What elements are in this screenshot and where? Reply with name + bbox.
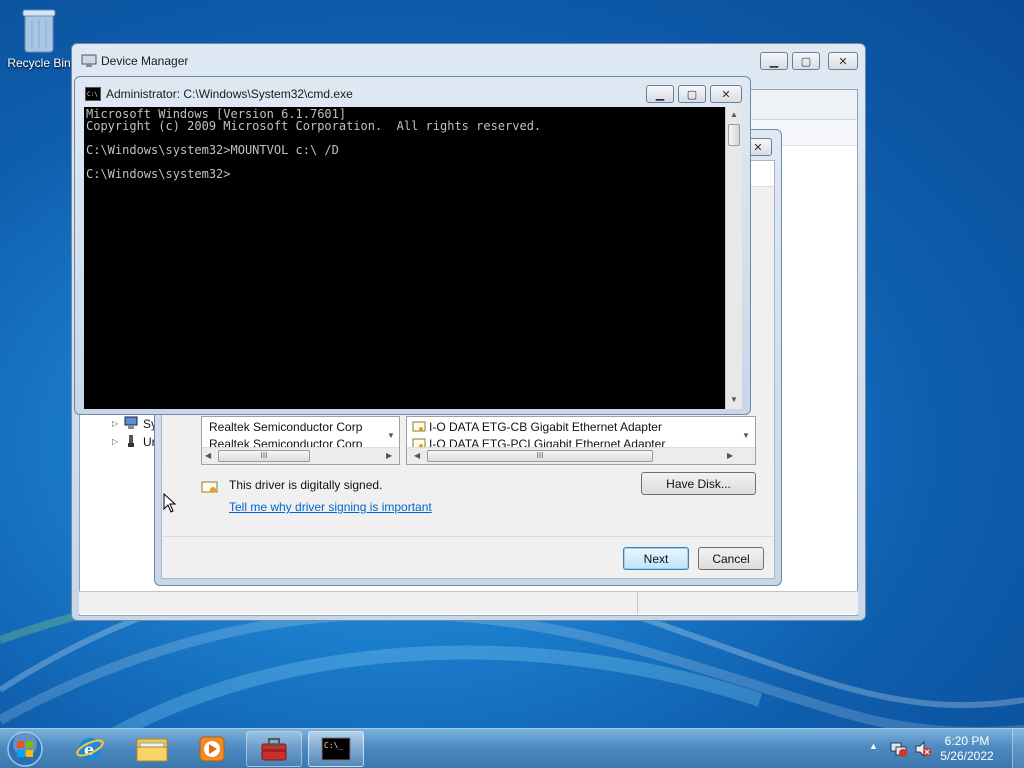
taskbar: e C:\_ ▲ 6:20 PM 5/26/2022 (0, 728, 1024, 768)
maximize-icon: ▢ (800, 55, 812, 68)
console-output[interactable]: Microsoft Windows [Version 6.1.7601] Cop… (84, 107, 725, 409)
scroll-down-arrow[interactable]: ▼ (730, 395, 738, 404)
model-hscroll[interactable]: ◀ III ▶ (407, 447, 755, 464)
cmd-minimize-button[interactable]: ▁ (646, 85, 674, 103)
manufacturer-list[interactable]: Realtek Semiconductor Corp Realtek Semic… (201, 416, 400, 465)
network-icon[interactable] (890, 740, 908, 758)
scroll-up-arrow[interactable]: ▲ (730, 110, 738, 119)
separator (162, 536, 774, 537)
usb-icon (128, 435, 134, 447)
system-clock[interactable]: 6:20 PM 5/26/2022 (928, 734, 1006, 764)
maximize-button[interactable]: ▢ (792, 52, 820, 70)
signed-text: This driver is digitally signed. (229, 478, 383, 492)
recycle-bin-label: Recycle Bin (7, 56, 71, 70)
cmd-icon: C:\ (85, 87, 101, 101)
start-button[interactable] (6, 730, 46, 768)
scroll-thumb[interactable]: III (218, 450, 310, 462)
have-disk-button[interactable]: Have Disk... (641, 472, 756, 495)
cmd-icon: C:\_ (321, 737, 351, 761)
windows-orb-icon (7, 731, 43, 767)
show-desktop-button[interactable] (1012, 729, 1024, 768)
media-player-icon (199, 736, 225, 762)
list-item[interactable]: I-O DATA ETG-CB Gigabit Ethernet Adapter (429, 420, 662, 434)
expand-icon[interactable]: ▷ (112, 419, 118, 428)
scroll-thumb[interactable]: III (427, 450, 653, 462)
scroll-thumb[interactable] (728, 124, 740, 146)
close-icon: ✕ (838, 55, 848, 68)
model-list[interactable]: I-O DATA ETG-CB Gigabit Ethernet Adapter… (406, 416, 756, 465)
clock-time: 6:20 PM (944, 734, 990, 748)
list-item[interactable]: Realtek Semiconductor Corp (209, 420, 362, 434)
close-button[interactable]: ✕ (828, 52, 858, 70)
device-manager-title: Device Manager (101, 54, 189, 68)
taskbar-explorer[interactable] (124, 731, 180, 767)
scroll-right-arrow[interactable]: ▶ (386, 451, 392, 460)
cancel-button[interactable]: Cancel (698, 547, 764, 570)
console-scrollbar[interactable]: ▲ ▼ (725, 107, 742, 409)
status-bar (79, 591, 858, 614)
folder-icon (136, 738, 168, 762)
recycle-bin[interactable]: Recycle Bin (4, 6, 74, 70)
minimize-button[interactable]: ▁ (760, 52, 788, 70)
cmd-window[interactable]: C:\ Administrator: C:\Windows\System32\c… (74, 76, 751, 415)
driver-certificate-icon (412, 421, 426, 432)
console-line: C:\Windows\system32>MOUNTVOL c:\ /D (86, 143, 339, 157)
scroll-down-arrow[interactable]: ▼ (387, 431, 395, 440)
console-line: C:\Windows\system32> (86, 167, 231, 181)
scroll-down-arrow[interactable]: ▼ (742, 431, 750, 440)
toolbox-icon (261, 738, 287, 761)
cmd-maximize-button[interactable]: ▢ (678, 85, 706, 103)
minimize-icon: ▁ (655, 88, 665, 101)
svg-text:C:\: C:\ (87, 91, 98, 98)
expand-icon[interactable]: ▷ (112, 437, 118, 446)
taskbar-device-manager[interactable] (246, 731, 302, 767)
show-hidden-icons[interactable]: ▲ (869, 741, 878, 751)
mouse-cursor-icon (163, 493, 177, 513)
internet-explorer-icon: e (76, 738, 104, 760)
driver-signing-link[interactable]: Tell me why driver signing is important (229, 500, 432, 514)
scroll-right-arrow[interactable]: ▶ (727, 451, 733, 460)
close-icon: ✕ (753, 141, 763, 154)
taskbar-media-player[interactable] (184, 731, 240, 767)
device-manager-icon (81, 54, 97, 67)
recycle-bin-icon (22, 9, 56, 53)
close-icon: ✕ (721, 88, 731, 101)
console-lines: Microsoft Windows [Version 6.1.7601] Cop… (86, 108, 541, 180)
minimize-icon: ▁ (769, 55, 779, 68)
svg-text:C:\_: C:\_ (324, 741, 343, 750)
clock-date: 5/26/2022 (940, 749, 994, 763)
manufacturer-hscroll[interactable]: ◀ III ▶ (202, 447, 399, 464)
scroll-left-arrow[interactable]: ◀ (205, 451, 211, 460)
taskbar-ie[interactable]: e (62, 731, 118, 767)
taskbar-cmd[interactable]: C:\_ (308, 731, 364, 767)
next-button[interactable]: Next (623, 547, 689, 570)
cmd-title: Administrator: C:\Windows\System32\cmd.e… (106, 87, 353, 101)
console-line: Copyright (c) 2009 Microsoft Corporation… (86, 119, 542, 133)
system-devices-icon (124, 416, 138, 429)
signed-driver-icon (201, 481, 218, 493)
maximize-icon: ▢ (686, 88, 698, 101)
scroll-left-arrow[interactable]: ◀ (414, 451, 420, 460)
cmd-close-button[interactable]: ✕ (710, 85, 742, 103)
